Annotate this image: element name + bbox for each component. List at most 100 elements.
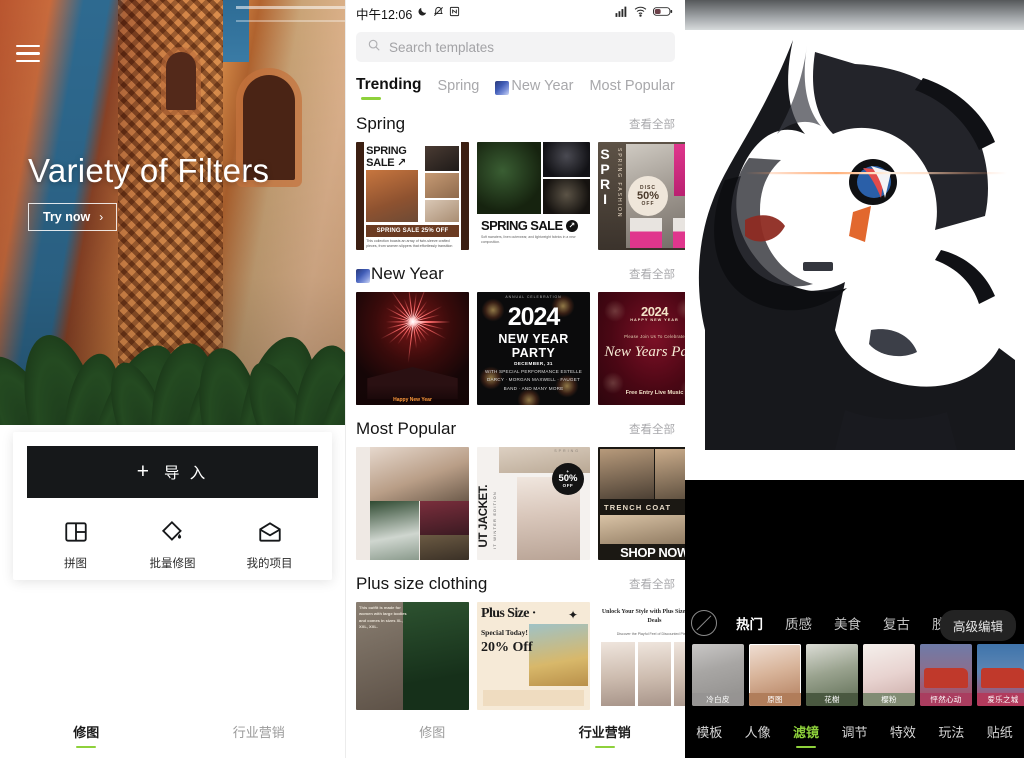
hero-railing-lower [236,20,345,22]
template-card[interactable] [356,447,469,560]
close-x-icon[interactable] [702,36,720,54]
import-label: 导 入 [164,461,208,483]
view-all-link-new-year[interactable]: 查看全部 [629,266,675,282]
collage-label: 拼图 [64,555,87,571]
tab-most-popular-label: Most Popular [589,78,674,94]
battery-icon [653,6,673,20]
mecha-cat-illustration [685,30,1024,455]
template-row-spring[interactable]: SPRING SALE ↗ SPRING SALE 25% OFF This c… [346,142,685,250]
template-body-text: This outfit is made for women with large… [359,605,411,631]
filter-cat-hot[interactable]: 热门 [725,613,774,633]
more-options-icon[interactable] [990,36,1008,54]
tab-most-popular[interactable]: Most Popular [589,78,674,100]
tab-trending[interactable]: Trending [356,76,421,100]
template-lineup: WITH SPECIAL PERFORMANCE ESTELLE DARCY ·… [483,368,584,393]
tool-effects[interactable]: 特效 [879,712,927,758]
tool-adjust-label: 调节 [841,722,867,741]
chevron-right-icon: › [99,210,103,224]
template-top-text: ANNUAL CELEBRATION [477,295,590,299]
filter-thumb[interactable]: 冷白皮 [692,644,744,706]
tool-portrait[interactable]: 人像 [733,712,781,758]
template-row-most-popular[interactable]: SPRING UT JACKET. IT WINTER EDITION + 50… [346,447,685,560]
left-nav-tab-marketing[interactable]: 行业营销 [173,712,346,758]
search-icon [367,38,381,57]
no-filter-circle-slash-icon[interactable] [691,610,717,636]
collage-grid-icon [63,519,89,545]
filter-cat-retro[interactable]: 复古 [872,613,921,633]
template-card[interactable]: This outfit is made for women with large… [356,602,469,710]
collage-action[interactable]: 拼图 [27,519,124,571]
app-root: Variety of Filters Try now › + 导 入 拼图 批量… [0,0,1024,758]
discount-badge: DISC 50% OFF [628,176,668,216]
mid-nav-tab-marketing-label: 行业营销 [579,722,631,741]
tab-spring-label: Spring [437,78,479,94]
template-photo [366,170,418,222]
filter-thumb-selected[interactable]: 原图 [749,644,801,706]
hero-railing [236,6,345,9]
tool-adjust[interactable]: 调节 [830,712,878,758]
filter-cat-food[interactable]: 美食 [823,613,872,633]
template-card[interactable]: Happy New Year [356,292,469,405]
section-most-popular: Most Popular 查看全部 SPRING UT JACKET. IT W… [346,411,685,560]
template-card[interactable]: Plus Size · ✦ Special Today! 20% Off [477,602,590,710]
editor-canvas[interactable] [685,0,1024,480]
left-nav-tab-edit[interactable]: 修图 [0,712,173,758]
badge-main: 50% [637,191,659,202]
cellular-signal-icon [615,6,628,20]
filter-thumb-label: 原图 [749,693,801,706]
hero-banner[interactable]: Variety of Filters Try now › [0,0,345,425]
view-all-link-plus-size[interactable]: 查看全部 [629,576,675,592]
template-card[interactable]: SPRING UT JACKET. IT WINTER EDITION + 50… [477,447,590,560]
template-title-text: SPRING SALE [481,218,563,233]
template-heading: Plus Size · [481,606,536,622]
template-heading: Unlock Your Style with Plus Size Fashion… [601,608,685,626]
tab-spring[interactable]: Spring [437,78,479,100]
filter-thumb[interactable]: 爱乐之城 [977,644,1024,706]
advanced-edit-button[interactable]: 高级编辑 [940,610,1016,641]
mid-nav-tab-edit[interactable]: 修图 [346,712,519,758]
tab-new-year[interactable]: New Year [495,78,573,100]
filter-cat-texture[interactable]: 质感 [774,613,823,633]
view-all-link-most-popular[interactable]: 查看全部 [629,421,675,437]
my-projects-action[interactable]: 我的项目 [221,519,318,571]
template-strip [483,690,584,706]
template-card[interactable]: ANNUAL CELEBRATION 2024 NEW YEAR PARTY D… [477,292,590,405]
import-button[interactable]: + 导 入 [27,446,318,498]
template-row-plus-size[interactable]: This outfit is made for women with large… [346,602,685,710]
template-card[interactable]: TRENCH COAT SHOP NOW [598,447,685,560]
batch-edit-action[interactable]: 批量修图 [124,519,221,571]
section-spring: Spring 查看全部 SPRING SALE ↗ SPRING SALE 25… [346,106,685,250]
template-card[interactable]: 2024 HAPPY NEW YEAR Please Join Us To Ce… [598,292,685,405]
badge-off: OFF [563,484,574,489]
template-year: 2024 [477,306,590,330]
template-card[interactable]: SPRING SALE ↗ SPRING SALE 25% OFF This c… [356,142,469,250]
category-tabs: Trending Spring New Year Most Popular [346,62,685,100]
template-footer: Free Entry Live Music [598,389,685,397]
wifi-icon [634,6,647,20]
hamburger-menu-icon[interactable] [16,45,40,62]
template-card[interactable]: SPRING SALE ↗ Soft sweaters, linen outer… [477,142,590,250]
template-row-new-year[interactable]: Happy New Year ANNUAL CELEBRATION 2024 N… [346,292,685,405]
tool-sticker[interactable]: 贴纸 [976,712,1024,758]
sparkle-icon: ✦ [568,608,578,622]
template-card[interactable]: SPRI SPRING FASHION DISC 50% OFF [598,142,685,250]
filter-thumb[interactable]: 花榭 [806,644,858,706]
filter-thumb[interactable]: 樱粉 [863,644,915,706]
view-all-link-spring[interactable]: 查看全部 [629,116,675,132]
tool-play[interactable]: 玩法 [927,712,975,758]
quick-actions-card: + 导 入 拼图 批量修图 我的项目 [13,432,332,580]
section-header: New Year 查看全部 [346,256,685,292]
tool-filter[interactable]: 滤镜 [782,712,830,758]
filter-thumb[interactable]: 怦然心动 [920,644,972,706]
fireworks-emoji-icon [356,269,370,283]
template-title: SPRING SALE ↗ [481,218,586,233]
search-templates-bar[interactable]: Search templates [356,32,675,62]
try-now-button[interactable]: Try now › [28,203,117,231]
mid-nav-tab-marketing[interactable]: 行业营销 [519,712,686,758]
section-title-text: New Year [371,264,444,284]
filter-thumbnail-strip[interactable]: 冷白皮 原图 花榭 樱粉 怦然心动 爱乐之城 [685,644,1024,706]
section-title: New Year [356,264,444,284]
left-nav-tab-edit-label: 修图 [73,722,99,741]
tool-template[interactable]: 模板 [685,712,733,758]
template-card[interactable]: Unlock Your Style with Plus Size Fashion… [598,602,685,710]
